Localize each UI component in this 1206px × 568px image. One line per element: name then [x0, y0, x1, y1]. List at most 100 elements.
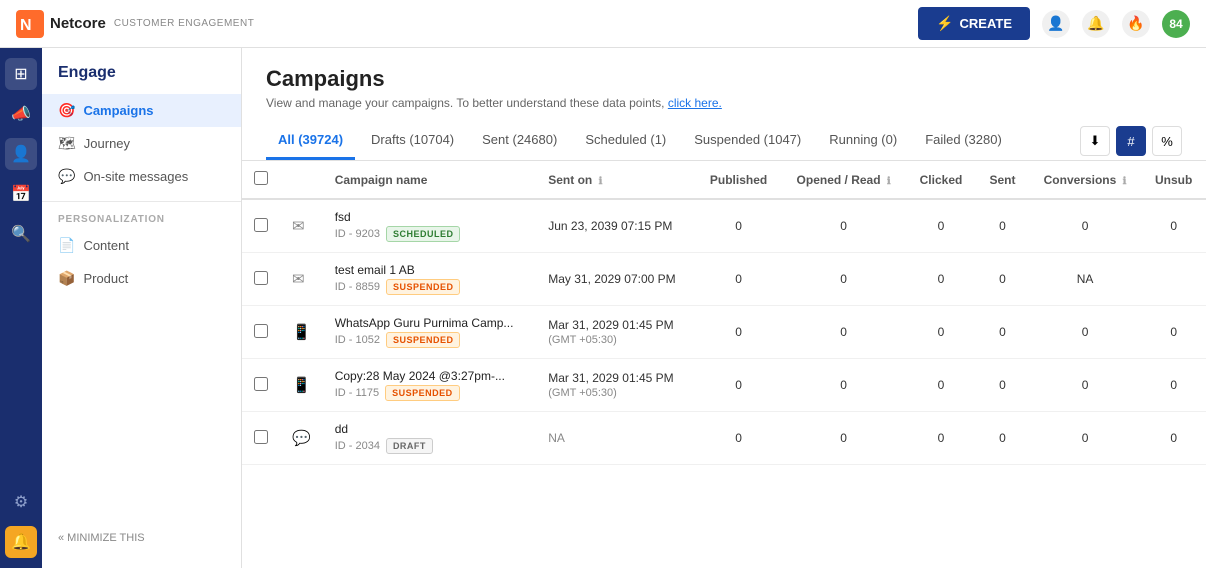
download-icon[interactable]: ⬇ [1080, 126, 1110, 156]
sent-cell: 0 [976, 359, 1029, 412]
chat-icon: 💬 [292, 430, 311, 447]
bolt-icon: ⚡ [936, 15, 953, 32]
click-here-link[interactable]: click here. [668, 96, 722, 110]
published-cell: 0 [696, 359, 782, 412]
conversions-info-icon[interactable]: ℹ [1123, 176, 1127, 187]
percent-icon[interactable]: % [1152, 126, 1182, 156]
row-checkbox-0[interactable] [254, 218, 268, 232]
page-title: Campaigns [266, 66, 1182, 92]
svg-text:N: N [20, 17, 32, 34]
conversions-cell: 0 [1029, 306, 1142, 359]
campaign-name-cell: dd ID - 2034 DRAFT [323, 412, 537, 465]
content-icon: 📄 [58, 237, 75, 254]
icon-bar-search[interactable]: 🔍 [5, 218, 37, 250]
icon-bar-settings[interactable]: ⚙ [5, 486, 37, 518]
campaign-meta: ID - 8859 SUSPENDED [335, 279, 525, 295]
channel-cell: 📱 [280, 306, 323, 359]
tab-failed[interactable]: Failed (3280) [913, 122, 1014, 160]
sidebar-campaigns-label: Campaigns [83, 103, 153, 118]
campaigns-table: Campaign name Sent on ℹ Published Opened… [242, 161, 1206, 465]
opened-cell: 0 [781, 306, 905, 359]
table-row: ✉ fsd ID - 9203 SCHEDULED Jun 23, 2039 0… [242, 199, 1206, 253]
row-checkbox-4[interactable] [254, 430, 268, 444]
published-cell: 0 [696, 253, 782, 306]
conversions-cell: 0 [1029, 199, 1142, 253]
icon-bar-calendar[interactable]: 📅 [5, 178, 37, 210]
campaign-meta: ID - 9203 SCHEDULED [335, 226, 525, 242]
campaigns-table-wrap: Campaign name Sent on ℹ Published Opened… [242, 161, 1206, 568]
campaign-name-text: test email 1 AB [335, 263, 525, 277]
clicked-cell: 0 [906, 199, 976, 253]
email-icon: ✉ [292, 271, 305, 288]
conversions-cell: 0 [1029, 412, 1142, 465]
clicked-cell: 0 [906, 359, 976, 412]
channel-cell: ✉ [280, 199, 323, 253]
minimize-button[interactable]: « MINIMIZE THIS [42, 524, 241, 552]
icon-bar-alert[interactable]: 🔔 [5, 526, 37, 558]
published-col-header: Published [696, 161, 782, 199]
sidebar-item-campaigns[interactable]: 🎯 Campaigns [42, 94, 241, 127]
icon-bar-home[interactable]: ⊞ [5, 58, 37, 90]
sidebar-item-onsite[interactable]: 💬 On-site messages [42, 160, 241, 193]
tab-drafts[interactable]: Drafts (10704) [359, 122, 466, 160]
tab-suspended[interactable]: Suspended (1047) [682, 122, 813, 160]
campaign-name-cell: fsd ID - 9203 SCHEDULED [323, 199, 537, 253]
campaign-name-cell: WhatsApp Guru Purnima Camp... ID - 1052 … [323, 306, 537, 359]
content-header: Campaigns View and manage your campaigns… [242, 48, 1206, 110]
product-icon: 📦 [58, 270, 75, 287]
unsub-cell: 0 [1141, 306, 1206, 359]
icon-bar: ⊞ 📣 👤 📅 🔍 ⚙ 🔔 [0, 48, 42, 568]
opened-info-icon[interactable]: ℹ [887, 176, 891, 187]
campaign-name-text: fsd [335, 210, 525, 224]
campaign-name-text: Copy:28 May 2024 @3:27pm-... [335, 369, 525, 383]
campaign-badge: SCHEDULED [386, 226, 461, 242]
tab-scheduled[interactable]: Scheduled (1) [573, 122, 678, 160]
profile-icon[interactable]: 👤 [1042, 10, 1070, 38]
tab-all[interactable]: All (39724) [266, 122, 355, 160]
conversions-col-header: Conversions ℹ [1029, 161, 1142, 199]
unsub-cell: 0 [1141, 199, 1206, 253]
sidebar-item-journey[interactable]: 🗺 Journey [42, 127, 241, 160]
unsub-cell [1141, 253, 1206, 306]
sidebar-onsite-label: On-site messages [83, 169, 188, 184]
campaign-id: ID - 8859 [335, 281, 380, 293]
sidebar-content-label: Content [83, 238, 129, 253]
sidebar-item-content[interactable]: 📄 Content [42, 229, 241, 262]
published-cell: 0 [696, 199, 782, 253]
row-checkbox-cell [242, 253, 280, 306]
row-checkbox-1[interactable] [254, 271, 268, 285]
icon-bar-megaphone[interactable]: 📣 [5, 98, 37, 130]
unsub-cell: 0 [1141, 412, 1206, 465]
icon-bar-people[interactable]: 👤 [5, 138, 37, 170]
unsub-col-header: Unsub [1141, 161, 1206, 199]
channel-cell: 📱 [280, 359, 323, 412]
page-subtitle: View and manage your campaigns. To bette… [266, 96, 1182, 110]
fire-icon[interactable]: 🔥 [1122, 10, 1150, 38]
bell-icon[interactable]: 🔔 [1082, 10, 1110, 38]
tab-sent[interactable]: Sent (24680) [470, 122, 569, 160]
personalization-label: PERSONALIZATION [42, 210, 241, 229]
top-nav: N Netcore CUSTOMER ENGAGEMENT ⚡ CREATE 👤… [0, 0, 1206, 48]
table-head: Campaign name Sent on ℹ Published Opened… [242, 161, 1206, 199]
hash-icon[interactable]: # [1116, 126, 1146, 156]
opened-cell: 0 [781, 359, 905, 412]
sent-cell: 0 [976, 306, 1029, 359]
clicked-cell: 0 [906, 412, 976, 465]
avatar-icon[interactable]: 84 [1162, 10, 1190, 38]
campaign-name-text: WhatsApp Guru Purnima Camp... [335, 316, 525, 330]
tab-running[interactable]: Running (0) [817, 122, 909, 160]
row-checkbox-cell [242, 306, 280, 359]
channel-cell: 💬 [280, 412, 323, 465]
campaign-meta: ID - 1175 SUSPENDED [335, 385, 525, 401]
row-checkbox-2[interactable] [254, 324, 268, 338]
clicked-cell: 0 [906, 306, 976, 359]
row-checkbox-3[interactable] [254, 377, 268, 391]
campaign-meta: ID - 1052 SUSPENDED [335, 332, 525, 348]
create-button[interactable]: ⚡ CREATE [918, 7, 1030, 40]
sidebar-item-product[interactable]: 📦 Product [42, 262, 241, 295]
campaign-badge: SUSPENDED [386, 279, 461, 295]
campaign-badge: SUSPENDED [386, 332, 461, 348]
clicked-col-header: Clicked [906, 161, 976, 199]
sent-on-info-icon[interactable]: ℹ [599, 176, 603, 187]
select-all-checkbox[interactable] [254, 171, 268, 185]
